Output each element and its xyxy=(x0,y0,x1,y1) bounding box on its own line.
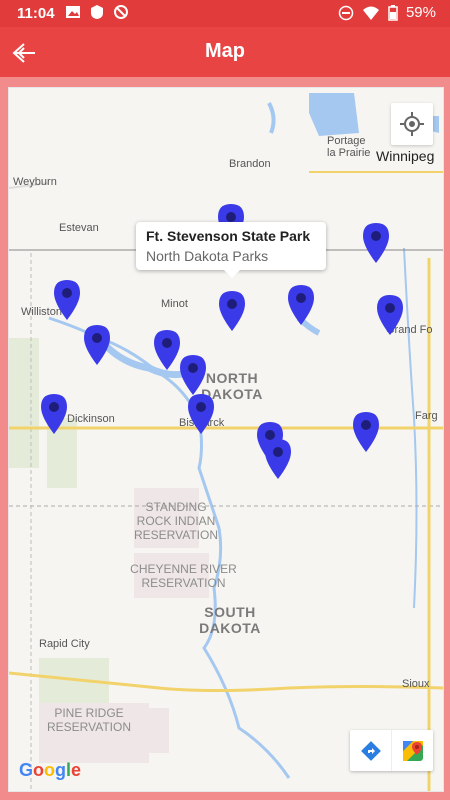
map-pin[interactable] xyxy=(187,393,215,435)
reservation-label-cheyenne-river: CHEYENNE RIVER RESERVATION xyxy=(130,562,237,590)
city-label-minot: Minot xyxy=(161,298,188,310)
status-time: 11:04 xyxy=(17,5,55,22)
city-label-weyburn: Weyburn xyxy=(13,176,57,188)
state-label-south-dakota: SOUTH DAKOTA xyxy=(199,604,261,636)
directions-button[interactable] xyxy=(350,730,392,771)
city-label-portage: Portage la Prairie xyxy=(327,135,371,159)
city-label-estevan: Estevan xyxy=(59,222,99,234)
app-bar: Map xyxy=(0,27,450,77)
battery-icon xyxy=(388,4,398,21)
map-pin[interactable] xyxy=(83,324,111,366)
map-pin[interactable] xyxy=(218,290,246,332)
map-pin[interactable] xyxy=(264,438,292,480)
blocked-icon xyxy=(114,5,128,19)
map-pin[interactable] xyxy=(153,329,181,371)
map-pin[interactable] xyxy=(179,354,207,396)
city-label-rapid-city: Rapid City xyxy=(39,638,90,650)
wifi-icon xyxy=(362,6,379,20)
city-label-winnipeg: Winnipeg xyxy=(376,148,435,164)
marker-info-window[interactable]: Ft. Stevenson State Park North Dakota Pa… xyxy=(136,222,326,278)
page-title: Map xyxy=(205,40,245,62)
map-pin[interactable] xyxy=(40,393,68,435)
map-pin[interactable] xyxy=(287,284,315,326)
google-logo: Google xyxy=(19,760,82,780)
open-in-maps-button[interactable] xyxy=(392,730,433,771)
my-location-button[interactable] xyxy=(391,103,433,145)
directions-icon xyxy=(360,740,381,761)
system-icons: 59% xyxy=(338,4,436,21)
map-pin[interactable] xyxy=(376,294,404,336)
map-view[interactable]: Weyburn Estevan Brandon Portage la Prair… xyxy=(8,87,444,792)
city-label-fargo: Farg xyxy=(415,410,438,422)
map-toolbar xyxy=(350,730,433,771)
google-maps-icon xyxy=(402,740,423,761)
map-pin[interactable] xyxy=(53,279,81,321)
reservation-label-standing-rock: STANDING ROCK INDIAN RESERVATION xyxy=(133,500,219,542)
status-bar: 11:04 59% xyxy=(0,0,450,27)
reservation-label-pine-ridge: PINE RIDGE RESERVATION xyxy=(46,706,132,734)
shield-icon xyxy=(91,5,103,19)
crosshair-icon xyxy=(400,112,424,136)
battery-percent: 59% xyxy=(405,4,436,21)
info-window-title: Ft. Stevenson State Park xyxy=(146,228,311,244)
info-window-subtitle: North Dakota Parks xyxy=(146,248,269,264)
city-label-brandon: Brandon xyxy=(229,158,271,170)
map-pin[interactable] xyxy=(352,411,380,453)
notification-icons xyxy=(65,4,129,20)
map-pin[interactable] xyxy=(362,222,390,264)
city-label-sioux: Sioux xyxy=(402,678,430,690)
image-icon xyxy=(66,6,80,18)
dnd-icon xyxy=(338,5,354,20)
city-label-dickinson: Dickinson xyxy=(67,413,115,425)
